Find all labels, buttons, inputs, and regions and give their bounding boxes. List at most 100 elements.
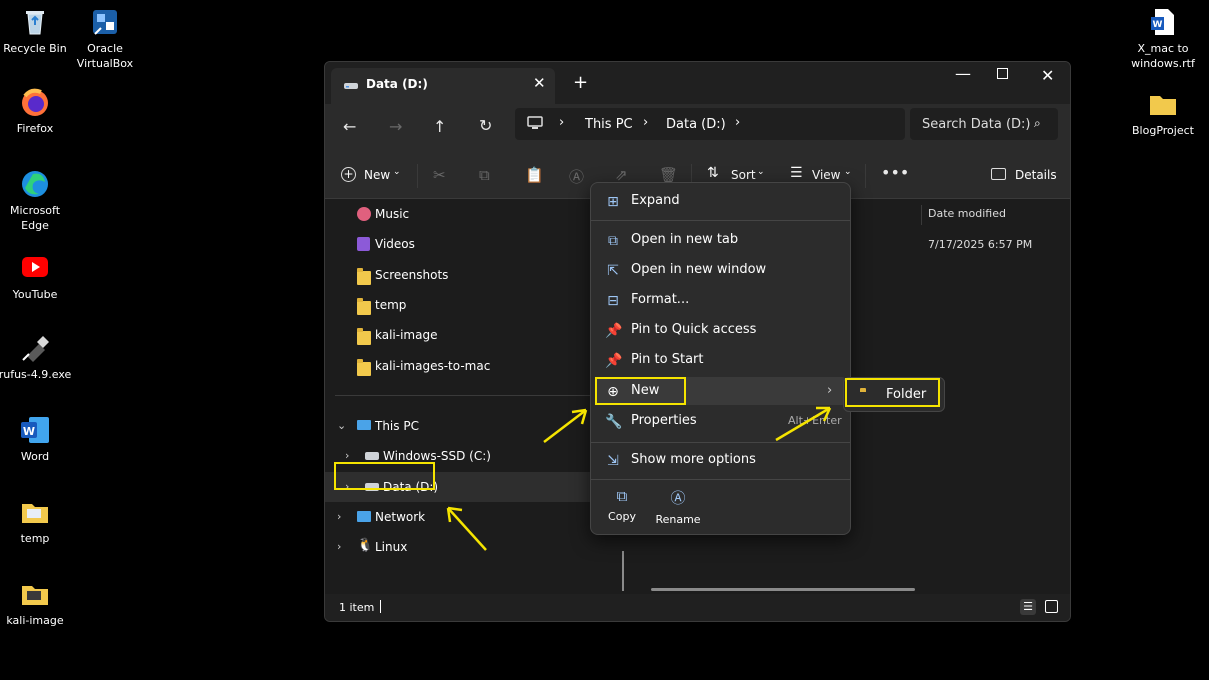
computer-icon bbox=[357, 420, 371, 430]
menu-item-format[interactable]: ⊟ Format... bbox=[595, 286, 846, 314]
annotation-arrow-icon bbox=[775, 406, 832, 442]
desktop-icon-youtube[interactable]: YouTube bbox=[0, 252, 72, 302]
desktop-icon-firefox[interactable]: Firefox bbox=[0, 86, 72, 136]
folder-icon bbox=[357, 328, 371, 345]
tab-data-d[interactable]: Data (D:) ✕ bbox=[331, 68, 555, 104]
folder-icon bbox=[1147, 88, 1179, 120]
view-icon: ☰ bbox=[790, 165, 803, 181]
minimize-icon[interactable]: — bbox=[955, 64, 971, 83]
more-icon[interactable]: ••• bbox=[881, 163, 909, 182]
expand-icon: ⊞ bbox=[607, 194, 619, 210]
word-document-icon: W bbox=[1147, 6, 1179, 38]
menu-item-expand[interactable]: ⊞ Expand bbox=[595, 187, 846, 215]
pin-icon: 📌 bbox=[605, 323, 623, 339]
annotation-arrow-icon bbox=[543, 408, 588, 443]
sidebar-scrollbar[interactable] bbox=[622, 551, 624, 591]
new-button[interactable]: + New ⌄ bbox=[341, 167, 403, 187]
horizontal-scrollbar[interactable] bbox=[651, 588, 915, 591]
plus-circle-icon: + bbox=[341, 167, 356, 182]
paste-icon[interactable]: 📋 bbox=[525, 166, 544, 184]
tiles-view-icon[interactable] bbox=[1045, 600, 1058, 613]
rename-icon[interactable]: Ⓐ bbox=[569, 166, 584, 187]
format-icon: ⊟ bbox=[607, 293, 619, 309]
navigation-bar: ← → ↑ ↻ › This PC › Data (D:) › Search D… bbox=[325, 104, 1070, 154]
desktop-icon-edge[interactable]: Microsoft Edge bbox=[0, 168, 72, 233]
desktop-icon-blogproject[interactable]: BlogProject bbox=[1126, 88, 1200, 138]
chevron-right-icon[interactable]: › bbox=[337, 532, 341, 562]
divider bbox=[335, 395, 595, 396]
sidebar-item-kali-images-to-mac[interactable]: kali-images-to-mac bbox=[325, 351, 595, 381]
menu-item-pin-quick-access[interactable]: 📌 Pin to Quick access bbox=[595, 316, 846, 344]
folder-icon bbox=[19, 496, 51, 528]
search-input[interactable]: Search Data (D:) bbox=[922, 117, 1031, 132]
chevron-right-icon[interactable]: › bbox=[337, 502, 341, 532]
column-header-date-modified[interactable]: Date modified bbox=[928, 207, 1006, 220]
desktop-icon-word[interactable]: W Word bbox=[0, 414, 72, 464]
details-view-icon[interactable]: ☰ bbox=[1020, 599, 1036, 615]
recycle-bin-icon bbox=[19, 6, 51, 38]
network-icon bbox=[357, 511, 371, 522]
wrench-icon: 🔧 bbox=[605, 414, 623, 430]
cut-icon[interactable]: ✂ bbox=[433, 166, 446, 184]
title-bar: Data (D:) ✕ + — ✕ bbox=[325, 62, 1070, 104]
desktop-icon-xmac-rtf[interactable]: W X_mac to windows.rtf bbox=[1126, 6, 1200, 71]
refresh-icon[interactable]: ↻ bbox=[479, 116, 492, 135]
chevron-down-icon: ⌄ bbox=[337, 419, 347, 432]
svg-text:W: W bbox=[23, 425, 35, 438]
desktop-icon-rufus[interactable]: rufus-4.9.exe bbox=[0, 332, 72, 382]
maximize-icon[interactable] bbox=[997, 68, 1008, 79]
search-icon: ⌕ bbox=[1034, 116, 1041, 130]
menu-rename-button[interactable]: Ⓐ Rename bbox=[653, 487, 703, 529]
sidebar-item-music[interactable]: Music bbox=[325, 199, 595, 229]
address-bar[interactable]: › This PC › Data (D:) › bbox=[515, 108, 905, 140]
sort-icon: ⇅ bbox=[707, 165, 719, 181]
linux-penguin-icon: 🐧 bbox=[357, 538, 374, 553]
forward-icon[interactable]: → bbox=[389, 117, 402, 136]
breadcrumb-this-pc[interactable]: This PC bbox=[585, 117, 633, 132]
sidebar-item-kali-image[interactable]: kali-image bbox=[325, 320, 595, 350]
chevron-down-icon: ⌄ bbox=[757, 167, 765, 177]
folder-icon bbox=[357, 298, 371, 315]
breadcrumb-separator-icon: › bbox=[643, 115, 649, 130]
sidebar-item-screenshots[interactable]: Screenshots bbox=[325, 260, 595, 290]
desktop-icon-kali-image[interactable]: kali-image bbox=[0, 578, 72, 628]
more-options-icon: ⇲ bbox=[607, 453, 619, 469]
music-icon bbox=[357, 207, 371, 221]
menu-item-pin-to-start[interactable]: 📌 Pin to Start bbox=[595, 346, 846, 374]
menu-item-open-new-window[interactable]: ⇱ Open in new window bbox=[595, 256, 846, 284]
sidebar-item-temp[interactable]: temp bbox=[325, 290, 595, 320]
tab-title: Data (D:) bbox=[366, 77, 428, 91]
breadcrumb-separator-icon: › bbox=[559, 115, 565, 130]
desktop-icon-virtualbox[interactable]: Oracle VirtualBox bbox=[68, 6, 142, 71]
desktop-icon-recycle-bin[interactable]: Recycle Bin bbox=[0, 6, 72, 56]
details-button[interactable]: Details bbox=[991, 167, 1057, 187]
new-window-icon: ⇱ bbox=[607, 263, 619, 279]
highlight-new bbox=[595, 377, 686, 405]
chevron-down-icon: ⌄ bbox=[393, 167, 401, 177]
sidebar-item-videos[interactable]: Videos bbox=[325, 229, 595, 259]
svg-text:W: W bbox=[1153, 20, 1163, 30]
virtualbox-icon bbox=[89, 6, 121, 38]
computer-icon bbox=[527, 116, 543, 133]
divider bbox=[865, 164, 866, 188]
new-tab-icon: ⧉ bbox=[608, 233, 618, 249]
column-divider bbox=[921, 205, 922, 225]
divider bbox=[417, 164, 418, 188]
breadcrumb-data-d[interactable]: Data (D:) bbox=[666, 117, 726, 132]
drive-icon bbox=[365, 452, 379, 460]
desktop-icon-temp[interactable]: temp bbox=[0, 496, 72, 546]
close-window-icon[interactable]: ✕ bbox=[1041, 66, 1054, 85]
menu-copy-button[interactable]: ⧉ Copy bbox=[601, 487, 643, 529]
folder-icon bbox=[19, 578, 51, 610]
annotation-arrow-icon bbox=[446, 506, 487, 551]
menu-item-open-new-tab[interactable]: ⧉ Open in new tab bbox=[595, 226, 846, 254]
video-icon bbox=[357, 237, 370, 251]
back-icon[interactable]: ← bbox=[343, 117, 356, 136]
search-box[interactable]: Search Data (D:) ⌕ bbox=[910, 108, 1058, 140]
new-tab-icon[interactable]: + bbox=[573, 72, 588, 93]
up-icon[interactable]: ↑ bbox=[433, 117, 446, 136]
close-tab-icon[interactable]: ✕ bbox=[533, 74, 546, 92]
pin-icon: 📌 bbox=[605, 353, 623, 369]
menu-item-show-more-options[interactable]: ⇲ Show more options bbox=[595, 446, 846, 474]
copy-icon[interactable]: ⧉ bbox=[479, 166, 490, 184]
